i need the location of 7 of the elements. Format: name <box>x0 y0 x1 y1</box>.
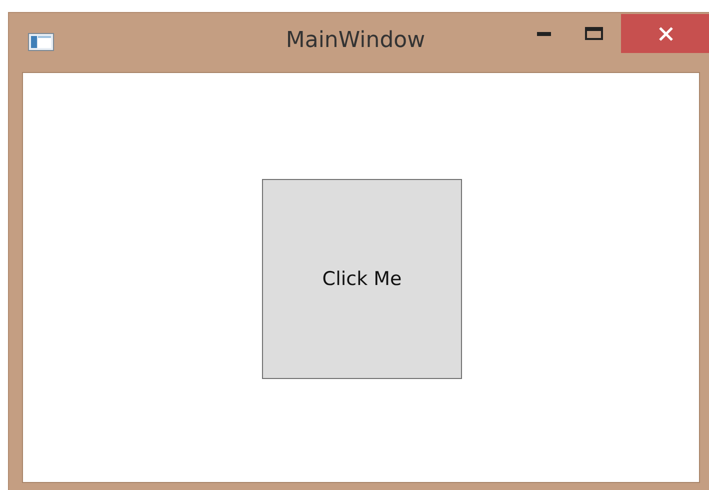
window-icon <box>28 33 54 51</box>
maximize-icon <box>585 27 603 40</box>
window-title: MainWindow <box>286 28 426 53</box>
click-me-button[interactable]: Click Me <box>262 178 462 378</box>
minimize-icon <box>537 32 551 36</box>
close-button[interactable] <box>621 14 709 53</box>
close-icon <box>658 26 674 42</box>
